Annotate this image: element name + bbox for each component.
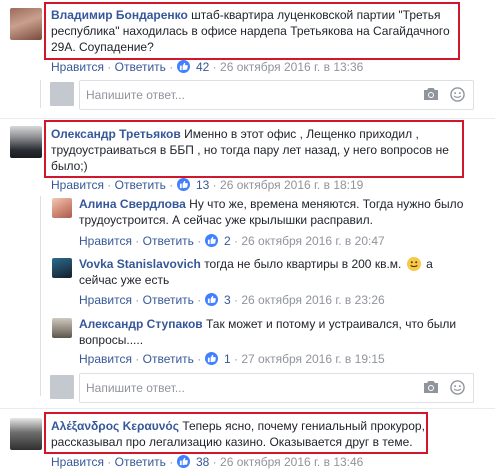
thumbs-up-icon (176, 178, 190, 191)
timestamp[interactable]: 26 октября 2016 г. в 13:36 (220, 60, 363, 74)
reply-actions: Нравится · Ответить · 1 · 27 октября 201… (79, 352, 385, 366)
reply-author[interactable]: Vovka Stanislavovich (79, 257, 201, 271)
timestamp[interactable]: 26 октября 2016 г. в 23:26 (241, 293, 384, 307)
thumbs-up-icon (176, 60, 190, 73)
reply-link[interactable]: Ответить (115, 60, 166, 74)
smiley-icon[interactable] (450, 380, 465, 398)
reply-input[interactable] (86, 380, 386, 396)
likes-count[interactable]: 42 (196, 60, 209, 74)
reply-text-line: сейчас уже есть (79, 273, 170, 287)
reply-actions: Нравится · Ответить · 2 · 26 октября 201… (79, 234, 385, 248)
like-link[interactable]: Нравится (79, 293, 132, 307)
comment-author[interactable]: Олександр Третьяков (51, 127, 181, 141)
camera-icon[interactable] (423, 380, 439, 397)
comment-text-line: 29А. Соупадение? (51, 40, 154, 54)
smiley-icon[interactable] (450, 87, 465, 105)
reply-link[interactable]: Ответить (143, 293, 194, 307)
timestamp[interactable]: 27 октября 2016 г. в 19:15 (241, 352, 384, 366)
avatar[interactable] (52, 258, 72, 278)
comment-text-line: Теперь ясно, почему гениальный прокурор, (182, 419, 425, 433)
reply-text-line: Ну что же, времена меняются. Тогда нужно… (189, 197, 464, 211)
comment-text-line: штаб-квартира луценковской партии "Треть… (191, 8, 441, 22)
reply-text-line: тогда не было квартиры в 200 кв.м. (204, 257, 402, 271)
avatar[interactable] (52, 198, 72, 218)
comment-text-line: рассказывал про легализацию казино. Оказ… (51, 435, 413, 449)
comment-text-line: республика" находилась в офисе нардепа Т… (51, 24, 450, 38)
comment-text-line: трудоустраиваться в ББП , но тогда пару … (51, 143, 449, 157)
like-link[interactable]: Нравится (79, 234, 132, 248)
thread-line (40, 80, 41, 108)
likes-count[interactable]: 13 (196, 178, 209, 192)
reply-author[interactable]: Алина Свердлова (79, 197, 186, 211)
like-link[interactable]: Нравится (51, 60, 104, 74)
comment-actions: Нравится · Ответить · 38 · 26 октября 20… (51, 455, 364, 469)
reply-text-line: а (426, 257, 433, 271)
reply-link[interactable]: Ответить (115, 178, 166, 192)
reply-author[interactable]: Александр Ступаков (79, 317, 203, 331)
thumbs-up-icon (176, 455, 190, 468)
divider (0, 408, 495, 409)
timestamp[interactable]: 26 октября 2016 г. в 20:47 (241, 234, 384, 248)
reply-box (79, 373, 474, 403)
avatar (50, 375, 74, 399)
thread-line (40, 196, 41, 396)
divider (0, 118, 495, 119)
thumbs-up-icon (204, 234, 218, 247)
avatar[interactable] (10, 126, 42, 158)
camera-icon[interactable] (423, 87, 439, 104)
like-link[interactable]: Нравится (79, 352, 132, 366)
smiley-icon (406, 257, 421, 271)
thumbs-up-icon (204, 293, 218, 306)
timestamp[interactable]: 26 октября 2016 г. в 18:19 (220, 178, 363, 192)
avatar (50, 82, 74, 106)
likes-count[interactable]: 38 (196, 455, 209, 469)
reply-actions: Нравится · Ответить · 3 · 26 октября 201… (79, 293, 385, 307)
comment-author[interactable]: Αλέξανδρος Κεραυνός (51, 419, 179, 433)
reply-text-line: вопросы..... (79, 333, 144, 347)
reply-link[interactable]: Ответить (143, 352, 194, 366)
comment-author[interactable]: Владимир Бондаренко (51, 8, 188, 22)
reply-input[interactable] (86, 87, 386, 103)
comment-actions: Нравится · Ответить · 13 · 26 октября 20… (51, 178, 364, 192)
reply-box (79, 80, 474, 110)
likes-count[interactable]: 1 (224, 352, 231, 366)
avatar[interactable] (10, 418, 42, 450)
timestamp[interactable]: 26 октября 2016 г. в 13:46 (220, 455, 363, 469)
reply-link[interactable]: Ответить (143, 234, 194, 248)
avatar[interactable] (52, 318, 72, 338)
likes-count[interactable]: 3 (224, 293, 231, 307)
comment-text-line: Именно в этот офис , Лещенко приходил , (184, 127, 419, 141)
likes-count[interactable]: 2 (224, 234, 231, 248)
reply-text-line: Так может и потому и устраивался, что бы… (206, 317, 457, 331)
reply-link[interactable]: Ответить (115, 455, 166, 469)
thumbs-up-icon (204, 352, 218, 365)
avatar[interactable] (10, 8, 42, 40)
reply-text-line: трудоустроится. А сейчас уже крылышки ра… (79, 213, 373, 227)
comment-actions: Нравится · Ответить · 42 · 26 октября 20… (51, 60, 364, 74)
like-link[interactable]: Нравится (51, 178, 104, 192)
like-link[interactable]: Нравится (51, 455, 104, 469)
comment-text-line: было;) (51, 159, 88, 173)
